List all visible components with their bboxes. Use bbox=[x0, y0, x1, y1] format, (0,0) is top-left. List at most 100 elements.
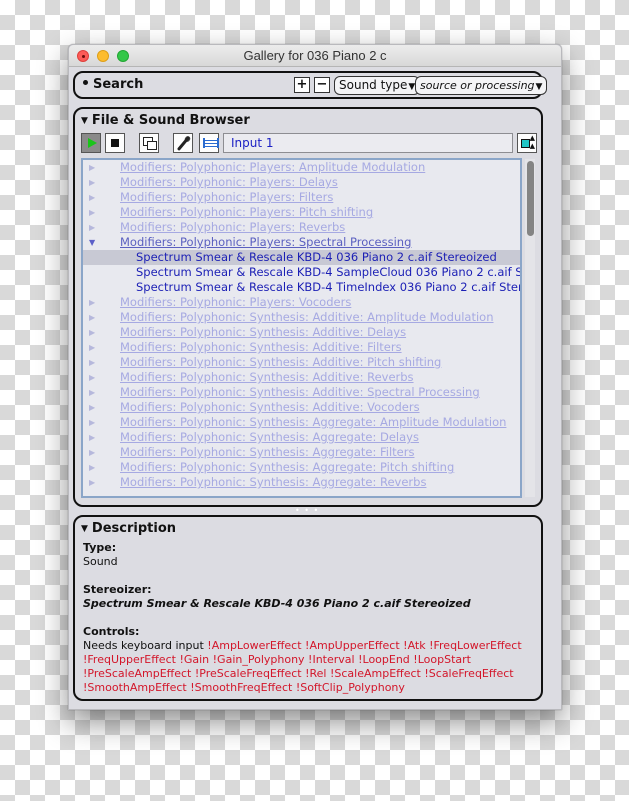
disclosure-right-icon[interactable]: ▶ bbox=[89, 460, 95, 475]
tree-item-sound[interactable]: Spectrum Smear & Rescale KBD-4 TimeIndex… bbox=[83, 280, 520, 295]
tree-item-label[interactable]: Modifiers: Polyphonic: Synthesis: Aggreg… bbox=[120, 445, 414, 460]
tree-item-folder[interactable]: ▼ Modifiers: Polyphonic: Players: Spectra… bbox=[83, 235, 520, 250]
tree-item-folder[interactable]: ▶ Modifiers: Polyphonic: Players: Delays bbox=[83, 175, 520, 190]
disclosure-right-icon[interactable]: ▶ bbox=[89, 325, 95, 340]
tree-item-folder[interactable]: ▶ Modifiers: Polyphonic: Players: Reverbs bbox=[83, 220, 520, 235]
control-link[interactable]: !AmpLowerEffect bbox=[207, 639, 301, 652]
control-link[interactable]: !ScaleAmpEffect bbox=[330, 667, 421, 680]
tree-item-label[interactable]: Modifiers: Polyphonic: Synthesis: Aggreg… bbox=[120, 430, 419, 445]
tree-item-label[interactable]: Modifiers: Polyphonic: Players: Delays bbox=[120, 175, 338, 190]
tree-item-label[interactable]: Modifiers: Polyphonic: Players: Spectral… bbox=[120, 235, 411, 250]
description-section-toggle[interactable]: ▼ Description bbox=[81, 521, 176, 536]
disclosure-right-icon[interactable]: ▶ bbox=[89, 175, 95, 190]
control-link[interactable]: !LoopEnd bbox=[358, 653, 410, 666]
tree-item-label[interactable]: Spectrum Smear & Rescale KBD-4 036 Piano… bbox=[136, 250, 497, 265]
tree-item-label[interactable]: Modifiers: Polyphonic: Synthesis: Aggreg… bbox=[120, 415, 506, 430]
tree-item-folder[interactable]: ▶ Modifiers: Polyphonic: Synthesis: Addit… bbox=[83, 310, 520, 325]
tree-item-folder[interactable]: ▶ Modifiers: Polyphonic: Synthesis: Addit… bbox=[83, 340, 520, 355]
control-link[interactable]: !FreqLowerEffect bbox=[429, 639, 522, 652]
disclosure-right-icon[interactable]: ▶ bbox=[89, 385, 95, 400]
duplicate-button[interactable] bbox=[139, 133, 159, 153]
input-source-button[interactable] bbox=[199, 133, 219, 153]
title-bar[interactable]: Gallery for 036 Piano 2 c bbox=[69, 45, 561, 67]
remove-criterion-button[interactable]: − bbox=[314, 77, 330, 93]
control-link[interactable]: !PreScaleAmpEffect bbox=[83, 667, 191, 680]
control-link[interactable]: !SoftClip_Polyphony bbox=[296, 681, 405, 694]
scroll-thumb[interactable] bbox=[527, 161, 534, 236]
control-link[interactable]: !Atk bbox=[403, 639, 425, 652]
tree-item-label[interactable]: Modifiers: Polyphonic: Players: Filters bbox=[120, 190, 333, 205]
tree-item-folder[interactable]: ▶ Modifiers: Polyphonic: Synthesis: Addit… bbox=[83, 355, 520, 370]
stop-button[interactable] bbox=[105, 133, 125, 153]
tree-item-label[interactable]: Modifiers: Polyphonic: Synthesis: Additi… bbox=[120, 355, 441, 370]
disclosure-right-icon[interactable]: ▶ bbox=[89, 415, 95, 430]
tree-item-label[interactable]: Modifiers: Polyphonic: Players: Reverbs bbox=[120, 220, 345, 235]
control-link[interactable]: !SmoothFreqEffect bbox=[190, 681, 292, 694]
disclosure-right-icon[interactable]: ▶ bbox=[89, 400, 95, 415]
tree-item-label[interactable]: Modifiers: Polyphonic: Synthesis: Additi… bbox=[120, 400, 420, 415]
tree-item-folder[interactable]: ▶ Modifiers: Polyphonic: Synthesis: Aggre… bbox=[83, 460, 520, 475]
tree-item-folder[interactable]: ▶ Modifiers: Polyphonic: Synthesis: Addit… bbox=[83, 325, 520, 340]
tree-item-label[interactable]: Modifiers: Polyphonic: Synthesis: Additi… bbox=[120, 310, 494, 325]
tree-item-label[interactable]: Modifiers: Polyphonic: Synthesis: Aggreg… bbox=[120, 475, 426, 490]
disclosure-right-icon[interactable]: ▶ bbox=[89, 205, 95, 220]
tree-item-label[interactable]: Modifiers: Polyphonic: Players: Pitch sh… bbox=[120, 205, 373, 220]
tree-item-label[interactable]: Modifiers: Polyphonic: Synthesis: Additi… bbox=[120, 370, 414, 385]
sound-tree[interactable]: ▶ Modifiers: Polyphonic: Players: Amplitu… bbox=[81, 158, 522, 498]
tree-item-folder[interactable]: ▶ Modifiers: Polyphonic: Synthesis: Aggre… bbox=[83, 415, 520, 430]
control-link[interactable]: !FreqUpperEffect bbox=[83, 653, 176, 666]
tree-item-sound[interactable]: Spectrum Smear & Rescale KBD-4 036 Piano… bbox=[83, 250, 520, 265]
control-link[interactable]: !ScaleFreqEffect bbox=[424, 667, 513, 680]
tree-item-label[interactable]: Spectrum Smear & Rescale KBD-4 SampleClo… bbox=[136, 265, 520, 280]
tree-scrollbar[interactable] bbox=[525, 159, 535, 497]
tree-item-sound[interactable]: Spectrum Smear & Rescale KBD-4 SampleClo… bbox=[83, 265, 520, 280]
control-link[interactable]: !Rel bbox=[305, 667, 326, 680]
control-link[interactable]: !AmpUpperEffect bbox=[305, 639, 400, 652]
tree-item-label[interactable]: Modifiers: Polyphonic: Players: Vocoders bbox=[120, 295, 351, 310]
disclosure-down-icon[interactable]: ▼ bbox=[89, 235, 95, 250]
network-button[interactable] bbox=[517, 133, 537, 153]
tree-item-label[interactable]: Modifiers: Polyphonic: Synthesis: Additi… bbox=[120, 325, 406, 340]
control-link[interactable]: !Gain bbox=[179, 653, 209, 666]
panel-splitter-handle[interactable]: • • • bbox=[295, 506, 319, 515]
tree-item-folder[interactable]: ▶ Modifiers: Polyphonic: Players: Pitch s… bbox=[83, 205, 520, 220]
tree-item-label[interactable]: Modifiers: Polyphonic: Synthesis: Additi… bbox=[120, 340, 402, 355]
disclosure-right-icon[interactable]: ▶ bbox=[89, 220, 95, 235]
tree-item-folder[interactable]: ▶ Modifiers: Polyphonic: Synthesis: Addit… bbox=[83, 370, 520, 385]
add-criterion-button[interactable]: + bbox=[294, 77, 310, 93]
microphone-button[interactable] bbox=[173, 133, 193, 153]
disclosure-right-icon[interactable]: ▶ bbox=[89, 190, 95, 205]
control-link[interactable]: !Gain_Polyphony bbox=[213, 653, 305, 666]
disclosure-right-icon[interactable]: ▶ bbox=[89, 430, 95, 445]
disclosure-right-icon[interactable]: ▶ bbox=[89, 160, 95, 175]
tree-item-label[interactable]: Modifiers: Polyphonic: Players: Amplitud… bbox=[120, 160, 425, 175]
control-link[interactable]: !LoopStart bbox=[413, 653, 471, 666]
tree-item-folder[interactable]: ▶ Modifiers: Polyphonic: Players: Vocoder… bbox=[83, 295, 520, 310]
tree-item-folder[interactable]: ▶ Modifiers: Polyphonic: Synthesis: Aggre… bbox=[83, 475, 520, 490]
tree-item-folder[interactable]: ▶ Modifiers: Polyphonic: Synthesis: Aggre… bbox=[83, 430, 520, 445]
tree-item-folder[interactable]: ▶ Modifiers: Polyphonic: Synthesis: Addit… bbox=[83, 400, 520, 415]
disclosure-right-icon[interactable]: ▶ bbox=[89, 340, 95, 355]
tree-item-folder[interactable]: ▶ Modifiers: Polyphonic: Synthesis: Addit… bbox=[83, 385, 520, 400]
tree-item-folder[interactable]: ▶ Modifiers: Polyphonic: Synthesis: Aggre… bbox=[83, 445, 520, 460]
control-link[interactable]: !Interval bbox=[308, 653, 355, 666]
search-section-toggle[interactable]: Search bbox=[83, 77, 143, 92]
tree-item-folder[interactable]: ▶ Modifiers: Polyphonic: Players: Amplitu… bbox=[83, 160, 520, 175]
disclosure-right-icon[interactable]: ▶ bbox=[89, 475, 95, 490]
disclosure-right-icon[interactable]: ▶ bbox=[89, 355, 95, 370]
sound-type-dropdown[interactable]: Sound type▼ bbox=[334, 76, 421, 95]
disclosure-right-icon[interactable]: ▶ bbox=[89, 445, 95, 460]
tree-item-label[interactable]: Spectrum Smear & Rescale KBD-4 TimeIndex… bbox=[136, 280, 520, 295]
tree-item-folder[interactable]: ▶ Modifiers: Polyphonic: Players: Filters bbox=[83, 190, 520, 205]
tree-item-label[interactable]: Modifiers: Polyphonic: Synthesis: Aggreg… bbox=[120, 460, 454, 475]
source-processing-dropdown[interactable]: source or processing▼ bbox=[415, 76, 548, 95]
browser-section-toggle[interactable]: ▼ File & Sound Browser bbox=[81, 113, 250, 128]
play-button[interactable] bbox=[81, 133, 101, 153]
disclosure-right-icon[interactable]: ▶ bbox=[89, 370, 95, 385]
control-link[interactable]: !SmoothAmpEffect bbox=[83, 681, 187, 694]
input-field[interactable]: Input 1 bbox=[223, 133, 513, 153]
control-link[interactable]: !PreScaleFreqEffect bbox=[195, 667, 302, 680]
disclosure-right-icon[interactable]: ▶ bbox=[89, 310, 95, 325]
disclosure-right-icon[interactable]: ▶ bbox=[89, 295, 95, 310]
tree-item-label[interactable]: Modifiers: Polyphonic: Synthesis: Additi… bbox=[120, 385, 480, 400]
